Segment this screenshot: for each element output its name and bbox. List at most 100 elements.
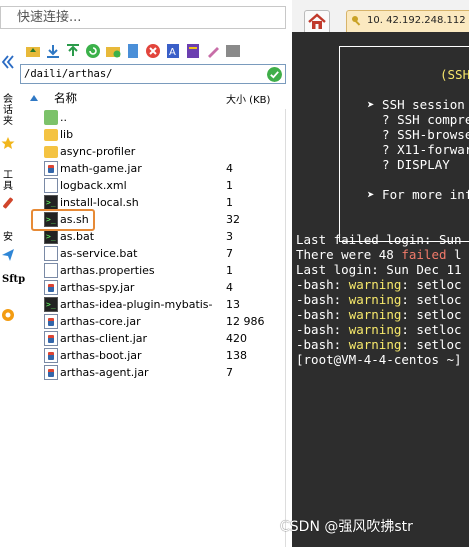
file-size: 138	[226, 349, 247, 362]
terminal-output: Last failed login: Sun There were 48 fail…	[296, 232, 462, 367]
terminal-line: There were 48 failed l	[296, 247, 462, 262]
go-check-icon[interactable]	[267, 67, 282, 82]
file-list: .. lib async-profiler math-game.jar 4 logback…	[20, 109, 286, 547]
file-name: async-profiler	[60, 145, 136, 158]
terminal-text: : setloc	[401, 277, 462, 292]
wrench-icon[interactable]	[1, 196, 15, 210]
file-row[interactable]: arthas-boot.jar 138	[20, 347, 285, 364]
file-row[interactable]: install-local.sh 1	[20, 194, 285, 211]
file-name: install-local.sh	[60, 196, 139, 209]
terminal-icon	[225, 45, 240, 57]
path-input[interactable]: /daili/arthas/	[20, 64, 286, 84]
pencil-icon	[207, 47, 219, 58]
file-size: 420	[226, 332, 247, 345]
send-icon[interactable]	[1, 248, 15, 262]
terminal-line: -bash: warning: setloc	[296, 322, 462, 337]
tab-home[interactable]	[304, 10, 330, 32]
jar-file-icon	[44, 314, 58, 329]
sidebar-sftp-label[interactable]: Sftp	[2, 274, 25, 285]
file-size: 1	[226, 264, 233, 277]
collapse-chevron-icon[interactable]	[0, 54, 16, 70]
terminal-button[interactable]	[224, 43, 241, 60]
file-row[interactable]: logback.xml 1	[20, 177, 285, 194]
sidebar-safe-label[interactable]: 安	[2, 232, 14, 243]
file-icon	[44, 178, 58, 193]
new-folder-button[interactable]	[104, 43, 121, 60]
banner-title: (SSH	[440, 67, 469, 82]
terminal-line: Last login: Sun Dec 11	[296, 262, 462, 277]
delete-button[interactable]	[144, 43, 161, 60]
sidebar-sessions-label[interactable]: 会话夹	[2, 94, 14, 127]
file-row[interactable]: arthas.properties 1	[20, 262, 285, 279]
properties-button[interactable]	[184, 43, 201, 60]
ssh-terminal[interactable]: (SSH ➤ SSH session t ? SSH compres ? SSH…	[292, 35, 469, 547]
terminal-text: : setloc	[401, 292, 462, 307]
column-name-header[interactable]: 名称	[54, 90, 77, 106]
terminal-line: -bash: warning: setloc	[296, 292, 462, 307]
banner-line: ? SSH-browser	[367, 127, 469, 142]
file-row[interactable]: lib	[20, 126, 285, 143]
terminal-line: Last failed login: Sun	[296, 232, 462, 247]
jar-file-icon	[44, 331, 58, 346]
sidebar-tools-label[interactable]: 工具	[2, 170, 14, 192]
session-tab-bar: 10. 42.192.248.112	[292, 0, 469, 35]
terminal-text: warning	[348, 322, 402, 337]
quick-connect-input[interactable]	[1, 7, 285, 28]
refresh-button[interactable]	[84, 43, 101, 60]
banner-line: ➤ SSH session t	[367, 97, 469, 112]
file-row[interactable]: async-profiler	[20, 143, 285, 160]
file-size: 13	[226, 298, 240, 311]
upload-button[interactable]	[64, 43, 81, 60]
sftp-toolbar: A	[18, 38, 286, 64]
terminal-text: : setloc	[401, 307, 462, 322]
file-row[interactable]: ..	[20, 109, 285, 126]
file-size: 32	[226, 213, 240, 226]
terminal-text: failed	[401, 247, 447, 262]
star-icon[interactable]	[1, 136, 15, 150]
terminal-text: l	[446, 247, 462, 262]
file-name: math-game.jar	[60, 162, 142, 175]
sftp-icon[interactable]	[1, 308, 15, 322]
file-row[interactable]: math-game.jar 4	[20, 160, 285, 177]
file-name: as.bat	[60, 230, 95, 243]
quick-connect-box[interactable]	[0, 6, 286, 29]
file-row[interactable]: as-service.bat 7	[20, 245, 285, 262]
terminal-text: warning	[348, 292, 402, 307]
jar-file-icon	[44, 365, 58, 380]
parent-folder-button[interactable]	[24, 43, 41, 60]
file-row[interactable]: as.sh 32	[20, 211, 285, 228]
file-row[interactable]: arthas-spy.jar 4	[20, 279, 285, 296]
banner-line	[367, 172, 469, 187]
file-name: ..	[60, 111, 67, 124]
sort-asc-icon[interactable]	[30, 95, 38, 101]
edit-button[interactable]	[204, 43, 221, 60]
file-size: 4	[226, 281, 233, 294]
file-row[interactable]: as.bat 3	[20, 228, 285, 245]
terminal-text: There were 48	[296, 247, 402, 262]
path-text: /daili/arthas/	[24, 68, 113, 80]
terminal-line: [root@VM-4-4-centos ~]	[296, 352, 462, 367]
terminal-text: warning	[348, 337, 402, 352]
download-button[interactable]	[44, 43, 61, 60]
terminal-text: -bash:	[296, 322, 349, 337]
tab-ssh-session[interactable]: 10. 42.192.248.112	[346, 10, 469, 32]
file-row[interactable]: arthas-idea-plugin-mybatis-m... 13	[20, 296, 285, 313]
file-name: arthas-agent.jar	[60, 366, 149, 379]
rename-button[interactable]: A	[164, 43, 181, 60]
file-row[interactable]: arthas-client.jar 420	[20, 330, 285, 347]
parent-folder-icon	[44, 110, 58, 125]
file-size: 1	[226, 179, 233, 192]
svg-text:A: A	[169, 47, 176, 58]
banner-line: ? X11-forward	[367, 142, 469, 157]
welcome-banner: (SSH ➤ SSH session t ? SSH compres ? SSH…	[339, 46, 469, 242]
file-name: lib	[60, 128, 74, 141]
terminal-text: : setloc	[401, 337, 462, 352]
file-row[interactable]: arthas-agent.jar 7	[20, 364, 285, 381]
column-size-header[interactable]: 大小 (KB)	[226, 91, 270, 106]
terminal-text: warning	[348, 307, 402, 322]
left-side-bar: 会话夹 工具 安 Sftp	[0, 46, 25, 346]
new-file-button[interactable]	[124, 43, 141, 60]
file-size: 12 986	[226, 315, 265, 328]
terminal-text: Last login: Sun Dec 11	[296, 262, 462, 277]
file-row[interactable]: arthas-core.jar 12 986	[20, 313, 285, 330]
